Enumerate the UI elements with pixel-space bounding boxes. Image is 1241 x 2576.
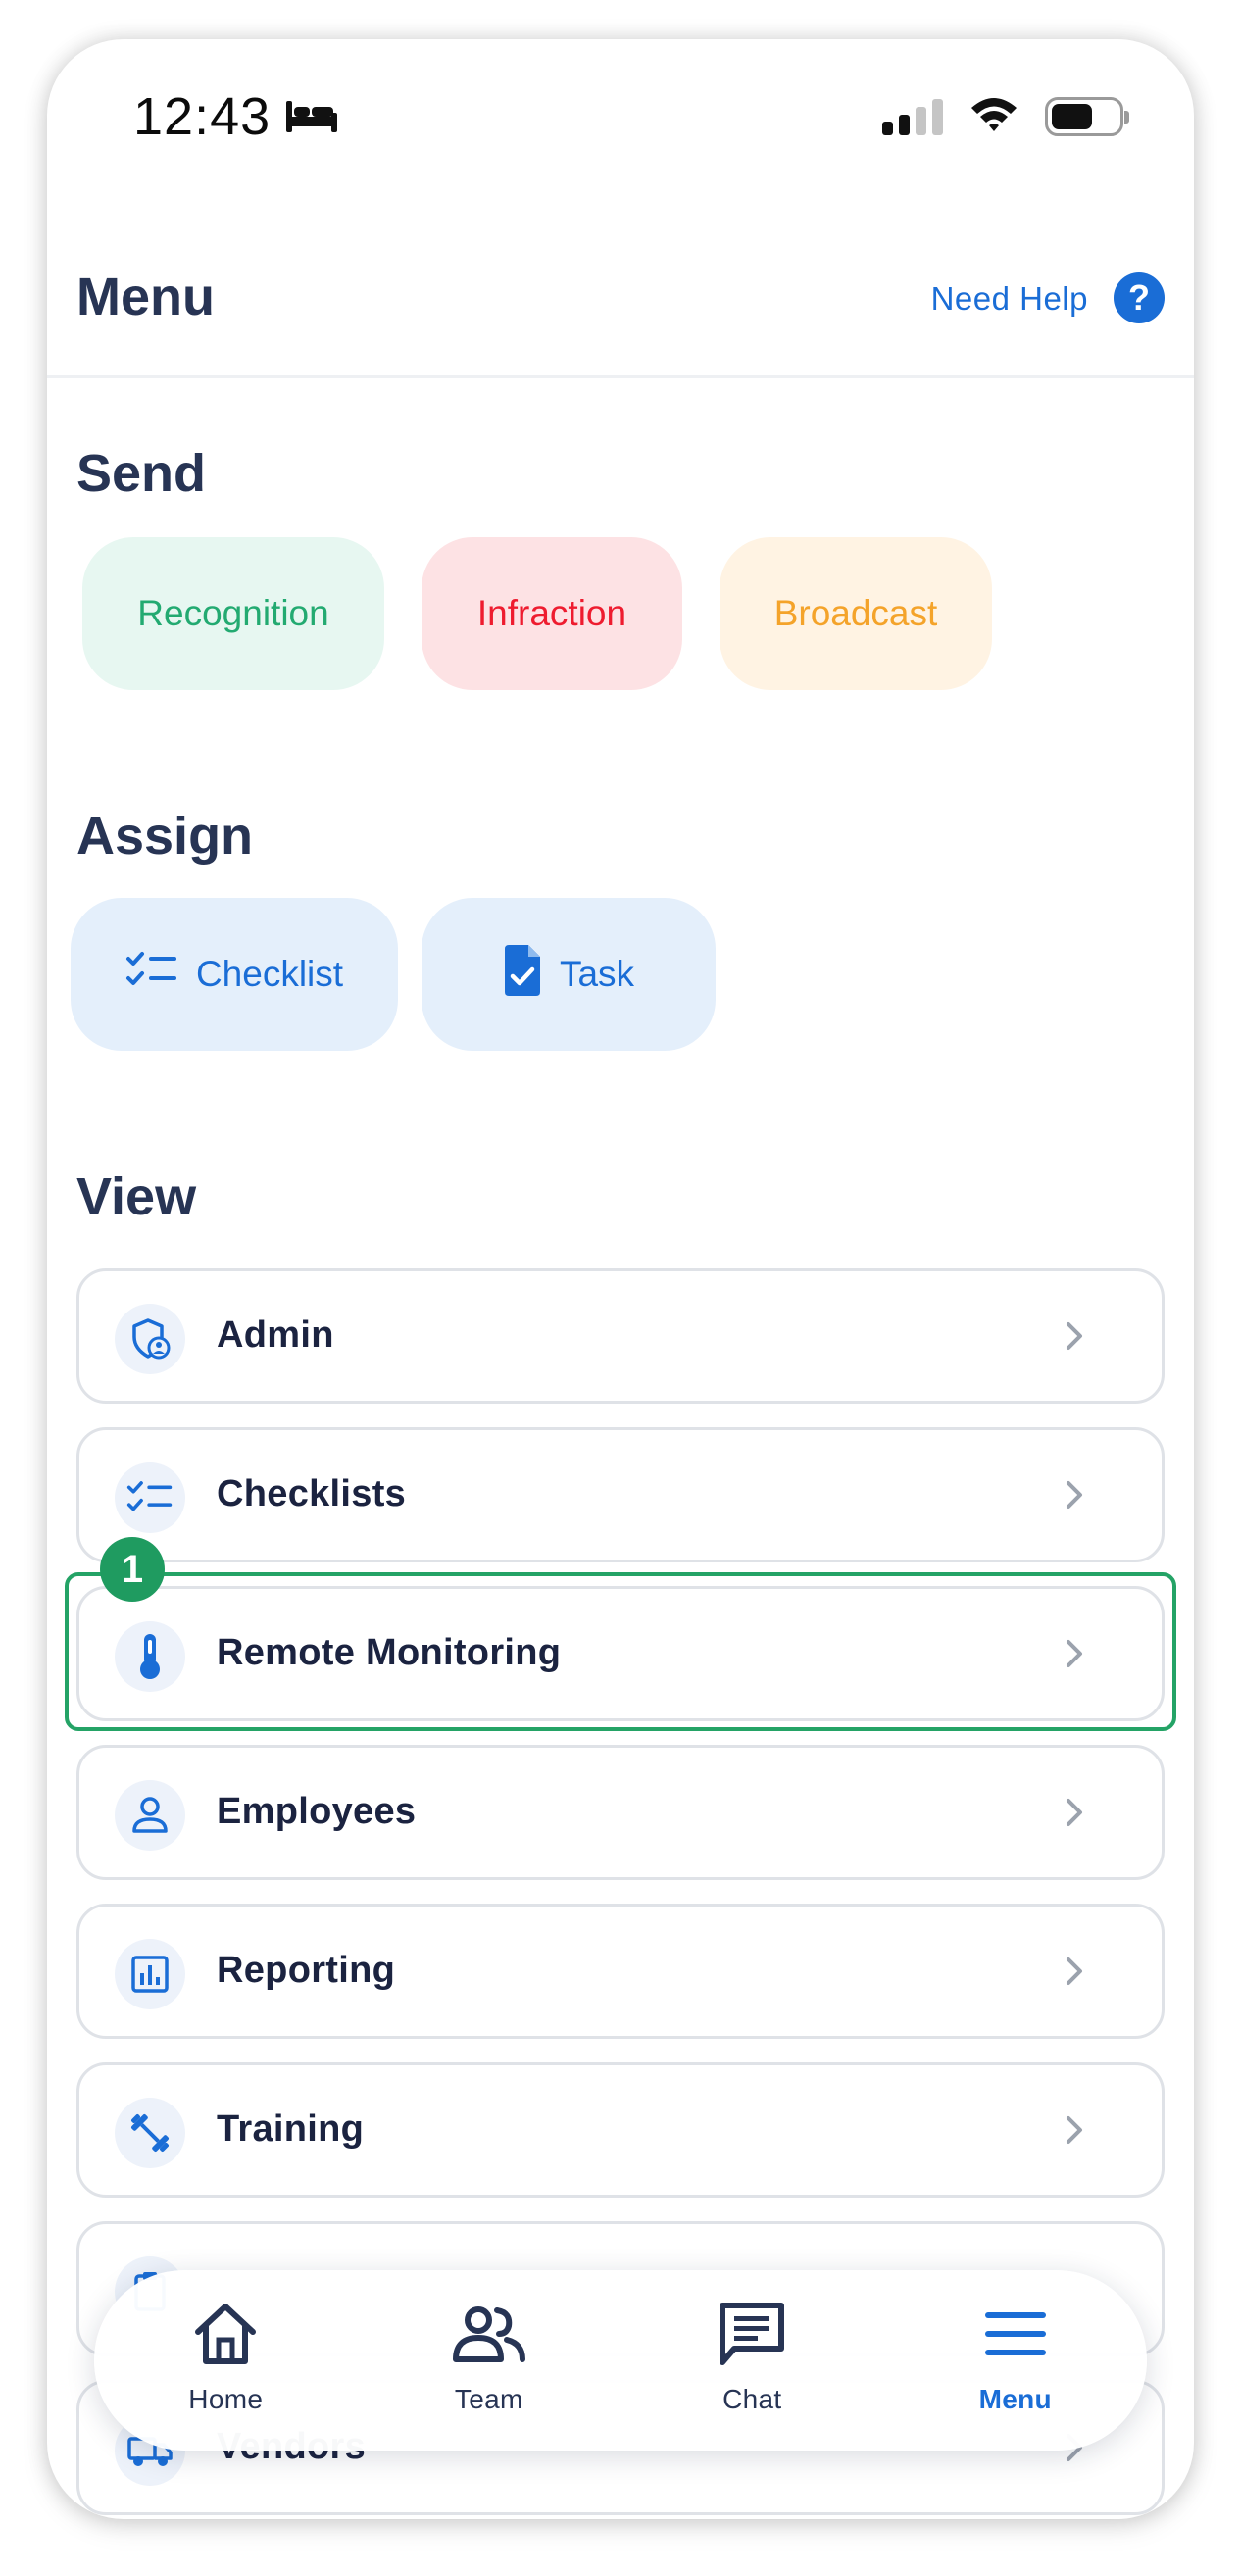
cellular-signal-icon [882, 98, 943, 135]
menu-item-label: Training [217, 2108, 365, 2150]
help-question-icon[interactable]: ? [1114, 272, 1165, 323]
battery-icon [1045, 96, 1129, 136]
menu-item-employees[interactable]: Employees [76, 1745, 1165, 1880]
chevron-right-icon [1064, 2108, 1087, 2156]
menu-icon [983, 2296, 1048, 2372]
tab-label: Team [454, 2384, 523, 2414]
tab-label: Home [188, 2384, 264, 2414]
task-document-icon [503, 944, 542, 1005]
menu-item-admin[interactable]: Admin [76, 1268, 1165, 1404]
status-icons [882, 94, 1129, 138]
chat-icon [717, 2296, 787, 2372]
tab-team[interactable]: Team [358, 2270, 621, 2451]
chevron-right-icon [1064, 1791, 1087, 1839]
recognition-button[interactable]: Recognition [82, 537, 384, 690]
broadcast-button[interactable]: Broadcast [720, 537, 992, 690]
tab-menu[interactable]: Menu [884, 2270, 1148, 2451]
phone-screen: 12:43 Menu Need Help ? Send Recognition … [47, 39, 1194, 2519]
assign-section-title: Assign [76, 807, 254, 866]
home-icon [190, 2296, 261, 2372]
wifi-icon [968, 94, 1019, 138]
assign-task-button[interactable]: Task [422, 898, 716, 1051]
tab-label: Menu [978, 2384, 1052, 2414]
status-time-text: 12:43 [133, 87, 272, 146]
chevron-right-icon [1064, 1473, 1087, 1521]
chevron-right-icon [1064, 1950, 1087, 1998]
checklist-icon [125, 951, 178, 999]
menu-item-label: Admin [217, 1314, 334, 1356]
menu-item-checklists[interactable]: Checklists [76, 1427, 1165, 1562]
assign-checklist-button[interactable]: Checklist [71, 898, 398, 1051]
need-help-link[interactable]: Need Help [931, 280, 1088, 318]
dumbbell-icon [115, 2098, 185, 2168]
menu-item-reporting[interactable]: Reporting [76, 1904, 1165, 2039]
sleep-bed-icon [284, 86, 339, 147]
page-title: Menu [76, 268, 215, 326]
top-header: Menu Need Help ? [47, 206, 1194, 378]
infraction-button[interactable]: Infraction [422, 537, 682, 690]
broadcast-button-label: Broadcast [773, 593, 938, 633]
assign-checklist-label: Checklist [195, 954, 344, 994]
step-number-badge: 1 [100, 1537, 165, 1602]
tab-home[interactable]: Home [94, 2270, 358, 2451]
menu-item-label: Employees [217, 1791, 417, 1832]
recognition-button-label: Recognition [137, 593, 329, 633]
view-section-title: View [76, 1167, 197, 1226]
admin-shield-icon [115, 1304, 185, 1374]
person-icon [115, 1780, 185, 1851]
checklist-icon [115, 1462, 185, 1533]
menu-item-training[interactable]: Training [76, 2062, 1165, 2198]
status-time: 12:43 [133, 86, 339, 147]
tab-chat[interactable]: Chat [620, 2270, 884, 2451]
menu-item-label: Checklists [217, 1473, 407, 1514]
send-section-title: Send [76, 444, 207, 503]
bar-chart-icon [115, 1939, 185, 2009]
tab-label: Chat [722, 2384, 782, 2414]
chevron-right-icon [1064, 1314, 1087, 1362]
highlight-box [65, 1572, 1176, 1731]
infraction-button-label: Infraction [476, 593, 627, 633]
assign-task-label: Task [559, 954, 635, 994]
bottom-tab-bar: Home Team Chat Menu [94, 2270, 1147, 2451]
menu-item-label: Reporting [217, 1950, 396, 1991]
team-icon [452, 2296, 526, 2372]
